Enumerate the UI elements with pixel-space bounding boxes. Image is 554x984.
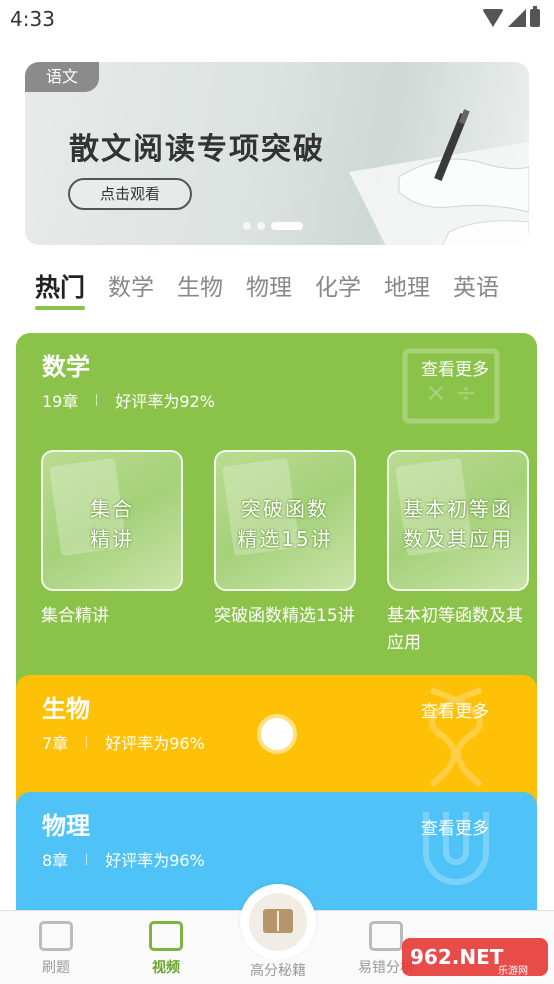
course-item[interactable]: 集合 精讲 集合精讲 <box>41 450 183 657</box>
status-time: 4:33 <box>10 7 55 31</box>
thumb-line: 突破函数 <box>241 497 329 521</box>
tab-geography[interactable]: 地理 <box>384 268 430 310</box>
nav-item-practice[interactable]: 刷题 <box>16 921 96 977</box>
course-name: 集合精讲 <box>41 606 109 626</box>
course-item[interactable]: 基本初等函 数及其应用 基本初等函数及其应用 <box>387 450 529 657</box>
course-name: 突破函数精选15讲 <box>214 606 355 626</box>
carousel-indicator <box>243 222 303 230</box>
card-title: 数学 <box>42 353 90 381</box>
course-thumbnail[interactable]: 突破函数 精选15讲 <box>214 450 356 591</box>
writing-hand-illustration <box>349 109 529 245</box>
course-thumbnail[interactable]: 基本初等函 数及其应用 <box>387 450 529 591</box>
tab-chemistry[interactable]: 化学 <box>315 268 361 310</box>
battery-icon <box>530 6 540 27</box>
thumb-line: 精选15讲 <box>237 527 333 551</box>
nav-label: 刷题 <box>42 960 70 976</box>
card-title: 生物 <box>42 695 90 723</box>
rating-text: 好评率为96% <box>105 734 205 753</box>
nav-item-secrets[interactable] <box>240 884 316 960</box>
course-name: 基本初等函数及其应用 <box>387 606 523 653</box>
tab-english[interactable]: 英语 <box>453 268 499 310</box>
course-list: 集合 精讲 集合精讲 突破函数 精选15讲 突破函数精选15讲 基本初等函 数及… <box>41 450 529 657</box>
svg-text:962.NET: 962.NET <box>410 945 504 969</box>
card-title: 物理 <box>42 812 90 840</box>
thumb-line: 数及其应用 <box>403 527 513 551</box>
chapter-count: 19章 <box>42 392 79 411</box>
carousel-dot-active <box>271 222 303 230</box>
status-bar: 4:33 <box>0 0 554 38</box>
printer-icon <box>39 921 73 951</box>
wifi-icon <box>482 9 504 27</box>
rating-text: 好评率为92% <box>115 392 215 411</box>
svg-text:× ÷: × ÷ <box>425 378 477 408</box>
course-thumbnail[interactable]: 集合 精讲 <box>41 450 183 591</box>
view-more-link[interactable]: 查看更多 <box>421 814 489 839</box>
subject-tabs: 热门 数学 生物 物理 化学 地理 英语 <box>35 268 499 310</box>
chapter-count: 8章 <box>42 851 69 870</box>
book-icon <box>263 909 293 933</box>
tab-hot[interactable]: 热门 <box>35 268 86 310</box>
card-meta: 7章 好评率为96% <box>42 730 205 754</box>
divider <box>86 736 88 748</box>
tab-physics[interactable]: 物理 <box>246 268 292 310</box>
banner-title: 散文阅读专项突破 <box>69 132 325 167</box>
chart-icon <box>369 921 403 951</box>
thumb-line: 精讲 <box>90 527 134 551</box>
loading-indicator <box>257 714 297 754</box>
card-meta: 8章 好评率为96% <box>42 847 205 871</box>
nav-label: 视频 <box>152 960 180 976</box>
thumb-line: 基本初等函 <box>403 497 513 521</box>
tab-biology[interactable]: 生物 <box>177 268 223 310</box>
promo-banner[interactable]: 语文 散文阅读专项突破 点击观看 <box>25 62 529 245</box>
chapter-count: 7章 <box>42 734 69 753</box>
tab-math[interactable]: 数学 <box>108 268 154 310</box>
banner-subject-tag: 语文 <box>25 62 99 92</box>
course-item[interactable]: 突破函数 精选15讲 突破函数精选15讲 <box>214 450 356 657</box>
signal-icon <box>508 9 526 27</box>
view-more-link[interactable]: 查看更多 <box>421 355 489 380</box>
nav-label-secrets: 高分秘籍 <box>250 963 306 979</box>
view-more-link[interactable]: 查看更多 <box>421 697 489 722</box>
svg-text:乐游网: 乐游网 <box>498 964 528 977</box>
math-card: × ÷ 数学 19章 好评率为92% 查看更多 集合 精讲 集合精讲 突破函数 … <box>16 333 537 713</box>
divider <box>96 394 98 406</box>
rating-text: 好评率为96% <box>105 851 205 870</box>
carousel-dot <box>243 222 251 230</box>
video-icon <box>149 921 183 951</box>
status-icons <box>482 6 540 27</box>
divider <box>86 853 88 865</box>
site-watermark-logo: 962.NET 乐游网 <box>402 938 548 977</box>
thumb-line: 集合 <box>90 497 134 521</box>
card-meta: 19章 好评率为92% <box>42 388 215 412</box>
nav-item-video[interactable]: 视频 <box>126 921 206 977</box>
carousel-dot <box>257 222 265 230</box>
watch-button[interactable]: 点击观看 <box>68 178 192 210</box>
